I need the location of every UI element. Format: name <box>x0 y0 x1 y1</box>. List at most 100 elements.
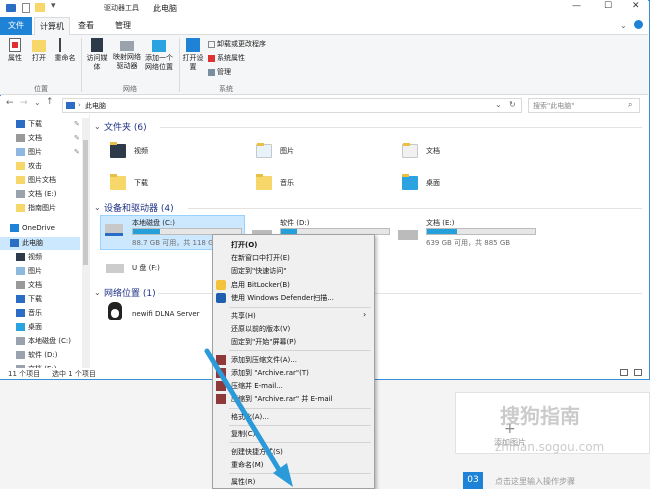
maximize-button[interactable]: ☐ <box>604 1 612 11</box>
new-folder-quick-icon[interactable] <box>35 3 45 12</box>
sidebar-item[interactable]: OneDrive <box>10 222 55 235</box>
sidebar-item[interactable]: 视频 <box>16 251 42 264</box>
search-input[interactable]: 搜索"此电脑" ⌕ <box>528 98 640 113</box>
sidebar-item[interactable]: 软件 (D:) <box>16 349 57 362</box>
folders-section-header[interactable]: 文件夹 (6) <box>104 120 147 133</box>
menu-item-open[interactable]: 打开(O) <box>231 239 257 251</box>
tab-view[interactable]: 查看 <box>72 17 100 35</box>
up-arrow-icon[interactable]: ↑ <box>46 97 54 107</box>
sidebar-item[interactable]: 下载 ✎ <box>16 118 80 131</box>
help-icon[interactable] <box>634 20 643 29</box>
sidebar-item[interactable]: 文档 (E:) <box>16 188 56 201</box>
sidebar-item[interactable]: 本地磁盘 (C:) <box>16 335 71 348</box>
properties-label: 属性 <box>8 54 22 62</box>
minimize-button[interactable]: — <box>572 1 581 11</box>
group-separator <box>179 38 180 92</box>
group-label-location: 位置 <box>34 85 48 93</box>
properties-button[interactable]: 属性 <box>4 38 26 63</box>
tab-manage[interactable]: 管理 <box>104 17 142 35</box>
tab-file[interactable]: 文件 <box>0 17 32 35</box>
breadcrumb-chevron-icon[interactable]: › <box>78 101 81 109</box>
properties-quick-icon[interactable] <box>22 3 30 13</box>
folder-label[interactable]: 桌面 <box>426 178 440 188</box>
menu-item-defender-scan[interactable]: 使用 Windows Defender扫描... <box>231 292 334 304</box>
drive-label[interactable]: 软件 (D:) <box>280 218 309 228</box>
sidebar-item[interactable]: 文档 ✎ <box>16 132 80 145</box>
uninstall-programs-button[interactable]: 卸载或更改程序 <box>208 39 266 49</box>
sidebar-item-label: 图片 <box>28 148 42 156</box>
step-hint[interactable]: 点击这里输入操作步骤 <box>495 476 575 487</box>
manage-button[interactable]: 管理 <box>208 67 231 77</box>
group-label-network: 网络 <box>123 85 137 93</box>
window-title: 此电脑 <box>153 4 177 13</box>
network-section-header[interactable]: 网络位置 (1) <box>104 286 156 299</box>
folder-label[interactable]: 文档 <box>426 146 440 156</box>
drives-section-header[interactable]: 设备和驱动器 (4) <box>104 201 174 214</box>
drive-label: 本地磁盘 (C:) <box>132 219 175 227</box>
sidebar-item[interactable]: 音乐 <box>16 307 42 320</box>
sidebar-item[interactable]: 桌面 <box>16 321 42 334</box>
pictures-folder-icon <box>256 143 272 158</box>
drive-label[interactable]: 文档 (E:) <box>426 218 454 228</box>
drive-free-space: 88.7 GB 可用，共 118 GB <box>132 239 219 247</box>
nav-item-icon <box>16 253 25 261</box>
nav-item-icon <box>10 224 19 232</box>
access-media-button[interactable]: 访问媒体 <box>84 38 110 72</box>
open-label: 打开 <box>32 54 46 62</box>
nav-scrollbar-thumb[interactable] <box>83 140 88 265</box>
system-properties-button[interactable]: 系统属性 <box>208 53 245 63</box>
sidebar-item[interactable]: 图片 ✎ <box>16 146 80 159</box>
sidebar-item-label: 下载 <box>28 295 42 303</box>
back-arrow-icon[interactable]: ← <box>6 98 14 108</box>
tab-computer[interactable]: 计算机 <box>34 17 70 35</box>
address-dropdown-icon[interactable]: ⌄ <box>495 100 502 109</box>
sidebar-item[interactable]: 文档 <box>16 279 42 292</box>
folder-label[interactable]: 视频 <box>134 146 148 156</box>
sidebar-item[interactable]: 此电脑 <box>0 237 80 250</box>
sidebar-item[interactable]: 指南图片 <box>16 202 56 215</box>
ribbon-expand-icon[interactable]: ⌄ <box>620 21 627 30</box>
folder-label[interactable]: 下载 <box>134 178 148 188</box>
refresh-icon[interactable]: ↻ <box>509 100 516 109</box>
map-drive-button[interactable]: 映射网络驱动器 <box>113 38 141 71</box>
sidebar-item-label: 视频 <box>28 253 42 261</box>
sidebar-item[interactable]: 攻击 <box>16 160 42 173</box>
sidebar-item[interactable]: 下载 <box>16 293 42 306</box>
large-icons-view-icon[interactable] <box>634 369 642 376</box>
menu-item-restore-versions[interactable]: 还原以前的版本(V) <box>231 323 290 335</box>
menu-item-bitlocker[interactable]: 启用 BitLocker(B) <box>231 279 290 291</box>
add-network-location-button[interactable]: 添加一个网络位置 <box>143 38 175 72</box>
recent-dropdown-icon[interactable]: ⌄ <box>34 98 41 107</box>
gear-icon <box>186 38 200 52</box>
menu-item-share[interactable]: 共享(H) <box>231 310 256 322</box>
ribbon: 属性 打开 重命名 位置 访问媒体 映射网络驱动器 添加一个网络位置 网络 打开… <box>0 35 648 95</box>
quick-access-dropdown-icon[interactable]: ▾ <box>51 1 56 11</box>
collapse-chevron-icon[interactable]: ⌄ <box>94 122 101 131</box>
sidebar-item-label: 图片文档 <box>28 176 56 184</box>
open-button[interactable]: 打开 <box>28 38 50 63</box>
breadcrumb[interactable]: 此电脑 <box>85 101 106 111</box>
drive-free-space: 639 GB 可用，共 885 GB <box>426 239 511 247</box>
watermark-url: zhinan.sogou.com <box>495 440 605 454</box>
close-button[interactable]: ✕ <box>632 1 640 11</box>
nav-item-icon <box>16 281 25 289</box>
folder-label[interactable]: 音乐 <box>280 178 294 188</box>
title-bar[interactable]: ▾ 驱动器工具 此电脑 — ☐ ✕ <box>0 0 648 17</box>
drive-label[interactable]: U 盘 (F:) <box>132 263 160 273</box>
sidebar-item[interactable]: 图片文档 <box>16 174 56 187</box>
drive-usage-fill <box>427 229 458 234</box>
sidebar-item[interactable]: 图片 <box>16 265 42 278</box>
menu-item-pin-quick-access[interactable]: 固定到"快速访问" <box>231 265 286 277</box>
network-item-label[interactable]: newifi DLNA Server <box>132 310 200 318</box>
address-bar[interactable]: › 此电脑 ⌄ ↻ <box>62 98 522 113</box>
rename-button[interactable]: 重命名 <box>52 38 78 63</box>
open-settings-button[interactable]: 打开设置 <box>182 38 204 72</box>
forward-arrow-icon[interactable]: → <box>20 98 28 108</box>
search-icon[interactable]: ⌕ <box>628 100 632 110</box>
collapse-chevron-icon[interactable]: ⌄ <box>94 288 101 297</box>
collapse-chevron-icon[interactable]: ⌄ <box>94 203 101 212</box>
details-view-icon[interactable] <box>620 369 628 376</box>
folder-label[interactable]: 图片 <box>280 146 294 156</box>
menu-item-open-new-window[interactable]: 在新窗口中打开(E) <box>231 252 290 264</box>
pin-icon: ✎ <box>74 134 80 142</box>
